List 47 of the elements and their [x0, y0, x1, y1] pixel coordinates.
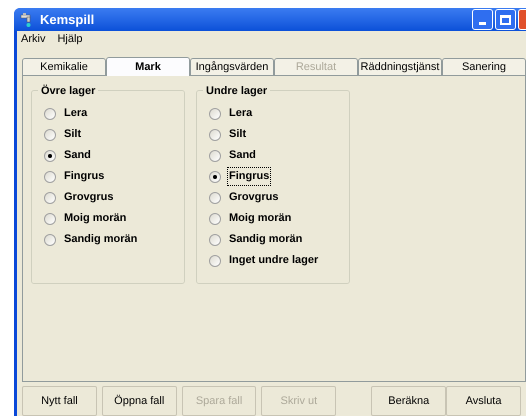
radio-button[interactable] — [44, 192, 56, 204]
radio-label[interactable]: Grovgrus — [227, 188, 281, 207]
group-title: Undre lager — [203, 83, 270, 100]
radio-label[interactable]: Sand — [227, 146, 258, 165]
command-button[interactable]: Beräkna — [371, 386, 446, 416]
radio-label[interactable]: Moig morän — [227, 209, 294, 228]
close-button[interactable] — [518, 9, 526, 30]
command-button[interactable]: Avsluta — [446, 386, 521, 416]
radio-label[interactable]: Grovgrus — [62, 188, 116, 207]
radio-label[interactable]: Moig morän — [62, 209, 128, 228]
radio-button[interactable] — [44, 170, 56, 182]
command-button[interactable]: Nytt fall — [22, 386, 97, 416]
radio-button[interactable] — [44, 108, 56, 120]
radio-label[interactable]: Silt — [227, 125, 248, 144]
minimize-button[interactable] — [472, 9, 493, 30]
tab[interactable]: Kemikalie — [22, 58, 106, 75]
radio-label[interactable]: Lera — [227, 104, 254, 123]
radio-label[interactable]: Sandig morän — [62, 230, 140, 249]
radio-button[interactable] — [209, 128, 221, 140]
tab[interactable]: Mark — [106, 57, 190, 76]
radio-button[interactable] — [44, 212, 56, 224]
tab[interactable]: Sanering — [442, 58, 526, 75]
radio-label[interactable]: Fingrus — [62, 167, 106, 186]
radio-button[interactable] — [209, 108, 221, 120]
maximize-button[interactable] — [495, 9, 516, 30]
radio-button[interactable] — [209, 170, 221, 182]
radio-label[interactable]: Sandig morän — [227, 230, 304, 249]
radio-button[interactable] — [209, 212, 221, 224]
radio-button[interactable] — [44, 150, 56, 162]
radio-label[interactable]: Fingrus — [227, 167, 272, 186]
radio-button[interactable] — [44, 128, 56, 140]
radio-label[interactable]: Silt — [62, 125, 84, 144]
radio-label[interactable]: Inget undre lager — [227, 251, 320, 270]
group-title: Övre lager — [38, 83, 98, 100]
tab[interactable]: Ingångsvärden — [190, 58, 274, 75]
menu-item[interactable]: Hjälp — [57, 31, 83, 48]
menu-item[interactable]: Arkiv — [21, 31, 46, 48]
tab[interactable]: Räddningstjänst — [358, 58, 442, 75]
window-title: Kemspill — [40, 10, 94, 29]
command-button[interactable]: Öppna fall — [102, 386, 177, 416]
radio-label[interactable]: Sand — [62, 146, 93, 165]
radio-button[interactable] — [209, 192, 221, 204]
radio-button[interactable] — [44, 234, 56, 246]
radio-button[interactable] — [209, 150, 221, 162]
radio-label[interactable]: Lera — [62, 104, 90, 123]
radio-button[interactable] — [209, 254, 221, 266]
radio-button[interactable] — [209, 234, 221, 246]
